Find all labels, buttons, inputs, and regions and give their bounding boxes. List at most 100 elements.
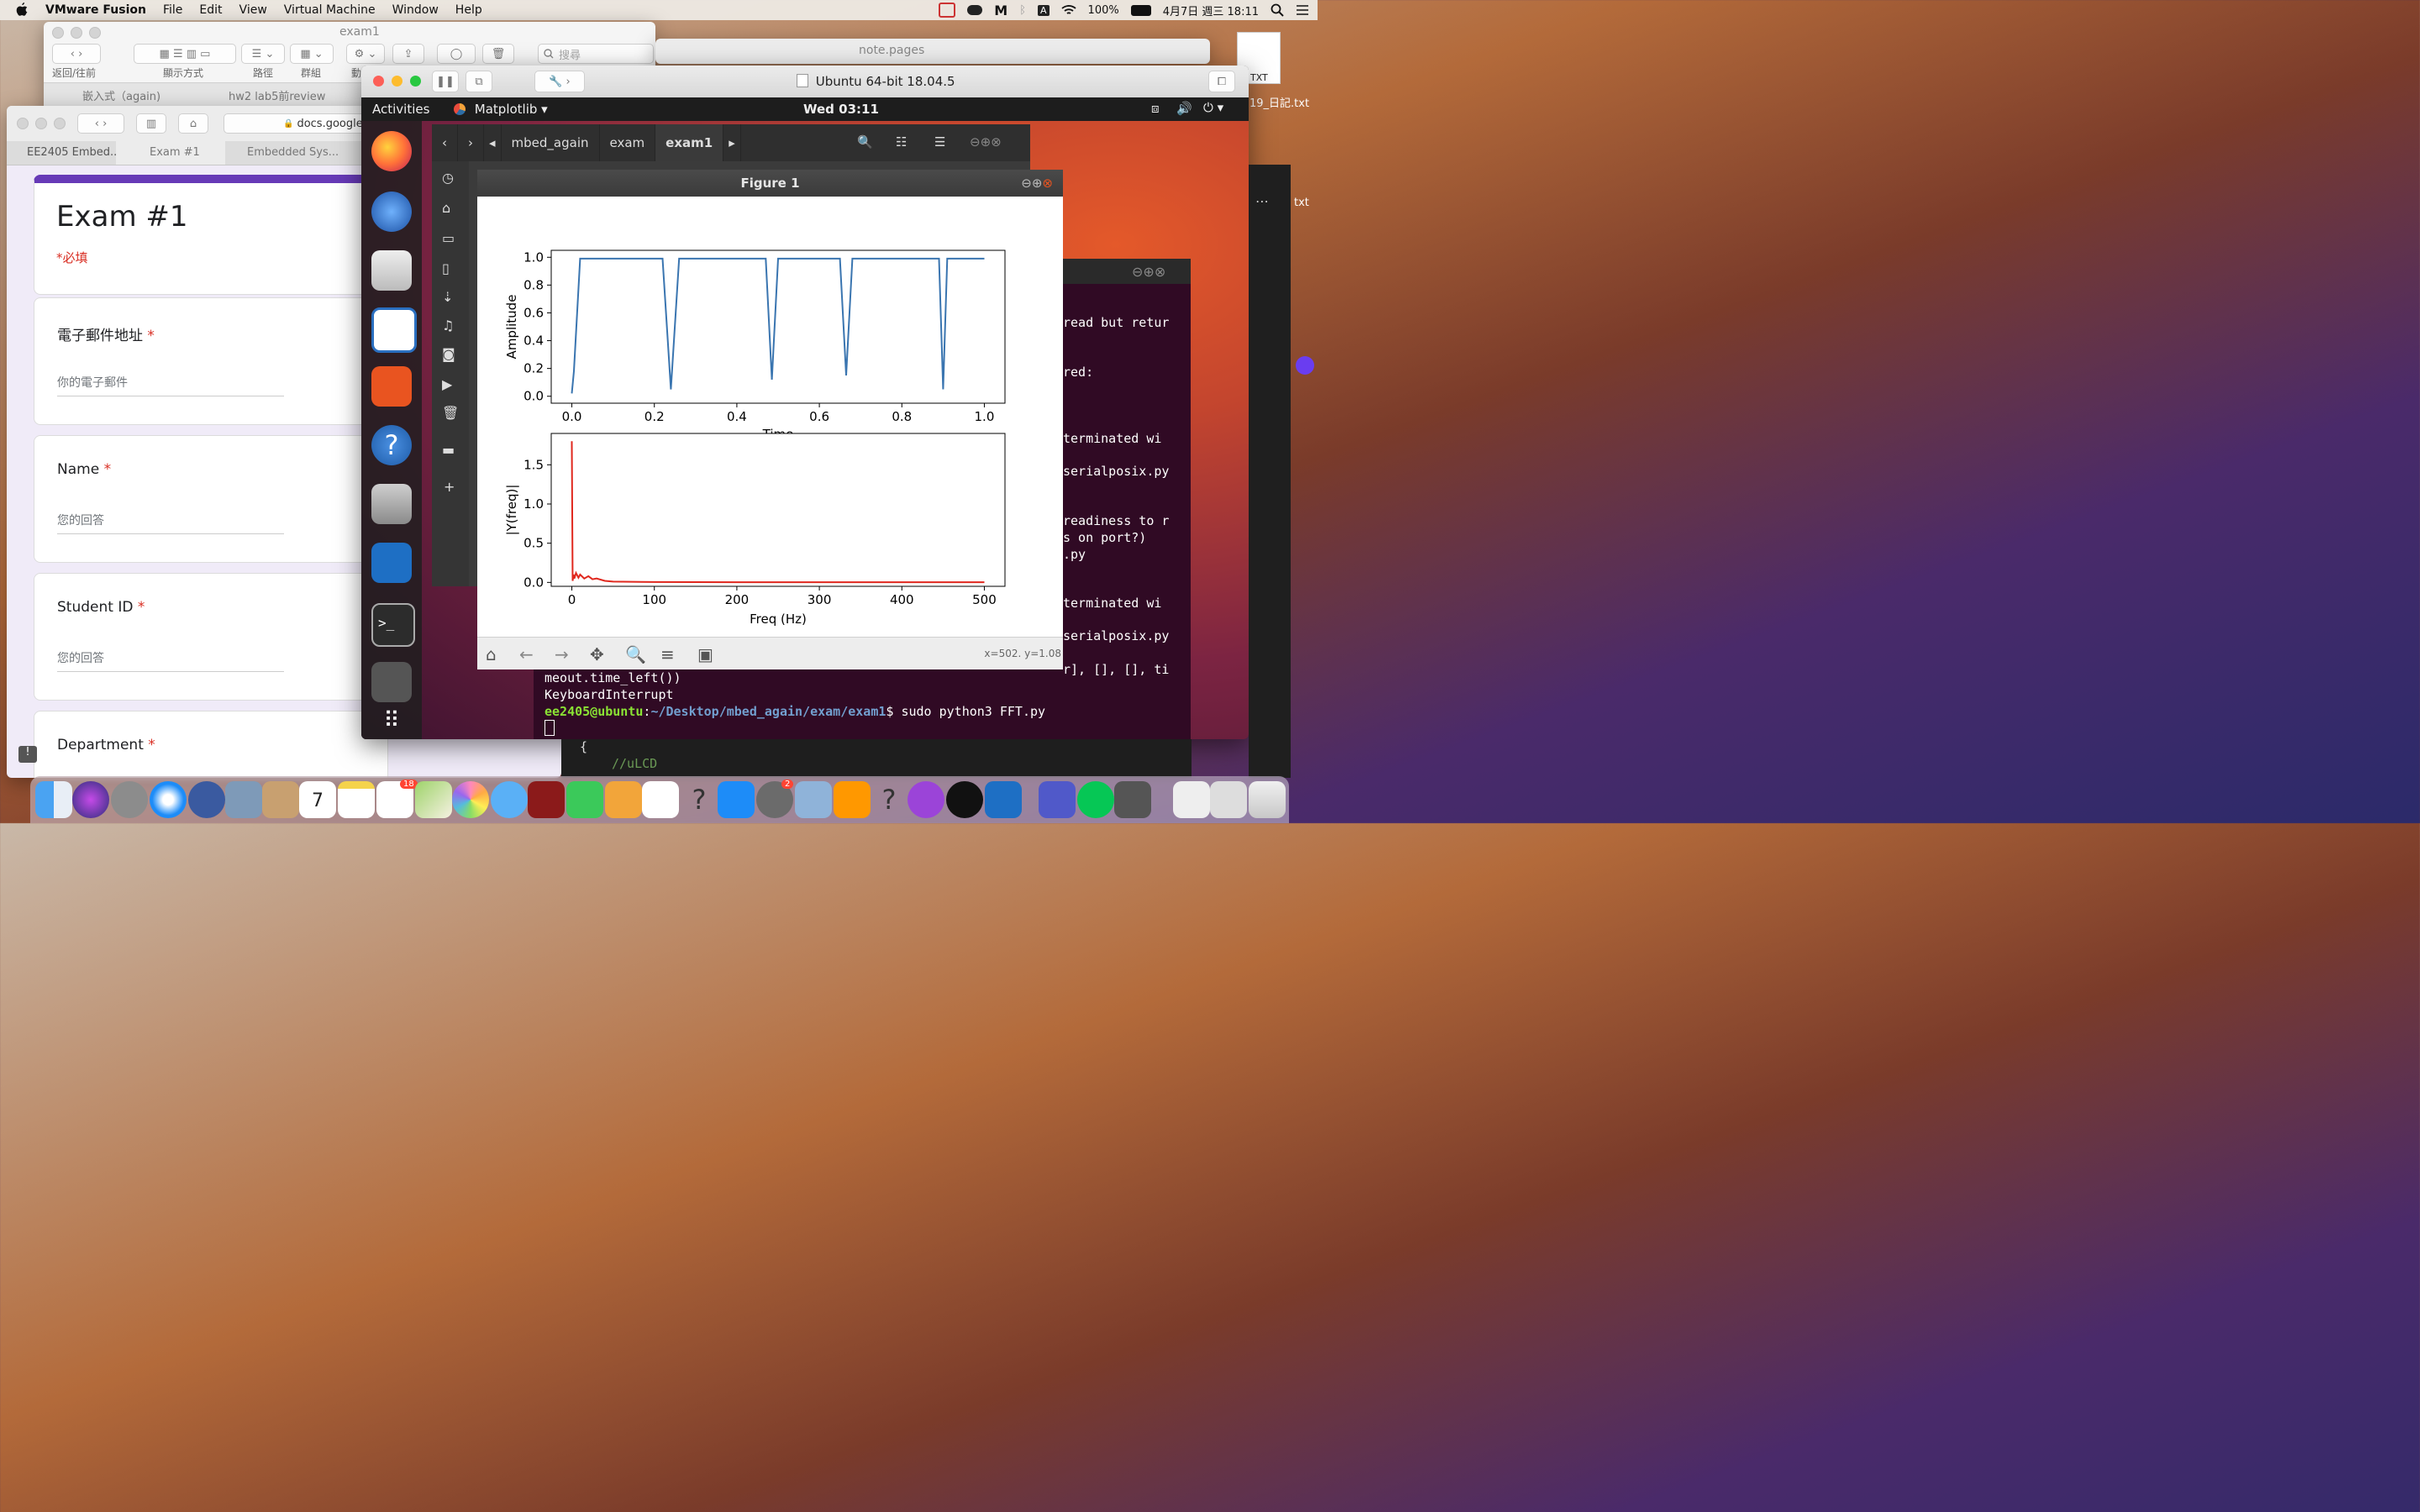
menu-virtual-machine[interactable]: Virtual Machine: [284, 3, 376, 17]
finder-share-button[interactable]: ⇪: [392, 44, 424, 64]
zoom-icon[interactable]: 🔍: [625, 644, 646, 664]
files-view-icon[interactable]: ☷: [896, 134, 907, 150]
help-question-icon[interactable]: ?: [871, 781, 908, 818]
bluetooth-icon[interactable]: ᛒ: [1019, 4, 1026, 17]
activities-button[interactable]: Activities: [372, 102, 429, 117]
finder-back-button[interactable]: ‹ ›: [52, 44, 101, 64]
safari-traffic-lights[interactable]: [17, 118, 66, 129]
show-apps-icon[interactable]: ⠿: [371, 701, 412, 739]
downloads-stack-icon[interactable]: [1173, 781, 1210, 818]
menu-help[interactable]: Help: [455, 3, 482, 17]
finder-view-mode-button[interactable]: ▦ ☰ ▥ ▭: [134, 44, 236, 64]
messages-icon[interactable]: [491, 781, 528, 818]
forward-arrow-icon[interactable]: →: [555, 644, 575, 664]
safari-icon[interactable]: [150, 781, 187, 818]
menu-app-name[interactable]: VMware Fusion: [45, 3, 146, 17]
maps-icon[interactable]: [415, 781, 452, 818]
wifi-icon[interactable]: [1060, 4, 1076, 16]
figure-canvas[interactable]: 0.0 0.2 0.4 0.6 0.8 1.0 0.0 0.2 0.4 0.6 0.8 1.0 Ampl…: [477, 197, 1063, 637]
document-icon[interactable]: ▯: [442, 260, 450, 276]
siri-icon[interactable]: [72, 781, 109, 818]
back-arrow-icon[interactable]: ←: [519, 644, 539, 664]
apple-icon[interactable]: [15, 3, 29, 18]
m-app-icon[interactable]: M: [994, 3, 1007, 18]
libreoffice-writer-icon[interactable]: [371, 307, 417, 353]
files-window-controls[interactable]: ⊖⊕⊗: [970, 134, 1002, 150]
close-button[interactable]: [373, 76, 384, 87]
file-cabinet-icon[interactable]: [371, 484, 412, 524]
launchpad-icon[interactable]: [111, 781, 148, 818]
documents-stack-icon[interactable]: [1210, 781, 1247, 818]
finder-action-button[interactable]: ⚙ ⌄: [346, 44, 385, 64]
contacts-icon[interactable]: [262, 781, 299, 818]
drive-icon[interactable]: ▬: [442, 442, 455, 458]
save-icon[interactable]: ▣: [697, 644, 718, 664]
safari-tab[interactable]: Embedded Sys...: [247, 146, 339, 159]
preview-bird-icon[interactable]: [225, 781, 262, 818]
spotlight-search-icon[interactable]: [1270, 3, 1284, 17]
download-icon[interactable]: ⇣: [442, 289, 453, 305]
safari-tab[interactable]: Exam #1: [150, 146, 200, 159]
vmware-fusion-icon[interactable]: [1114, 781, 1151, 818]
control-center-icon[interactable]: [1296, 4, 1309, 16]
video-icon[interactable]: ▶: [442, 376, 452, 392]
safari-sidebar-button[interactable]: ▥: [136, 113, 166, 134]
files-forward-button[interactable]: ›: [458, 124, 484, 161]
email-field[interactable]: 你的電子郵件: [57, 374, 284, 396]
home-icon[interactable]: ⌂: [442, 200, 450, 216]
student-id-field[interactable]: 您的回答: [57, 649, 284, 672]
add-location-icon[interactable]: +: [444, 479, 455, 495]
path-crumb[interactable]: exam: [600, 124, 656, 161]
app-store-icon[interactable]: [718, 781, 755, 818]
name-field[interactable]: 您的回答: [57, 512, 284, 534]
path-crumb-active[interactable]: exam1: [655, 124, 724, 161]
settings-wrench-button[interactable]: 🔧 ›: [534, 71, 585, 92]
volume-icon[interactable]: 🔊: [1176, 101, 1192, 116]
music-icon[interactable]: ♫: [442, 318, 454, 333]
feedback-icon[interactable]: !: [18, 746, 37, 763]
finder-traffic-lights[interactable]: [52, 27, 101, 39]
firefox-icon[interactable]: [371, 131, 412, 171]
thunderbird-icon[interactable]: [371, 192, 412, 232]
apple-tv-icon[interactable]: [946, 781, 983, 818]
menu-window[interactable]: Window: [392, 3, 439, 17]
zoom-button[interactable]: [410, 76, 421, 87]
finder-icon[interactable]: [35, 781, 72, 818]
help-icon[interactable]: ?: [371, 425, 412, 465]
recent-icon[interactable]: ◷: [442, 170, 454, 186]
finder-tab[interactable]: hw2 lab5前review: [229, 87, 325, 103]
rhythmbox-icon[interactable]: [371, 250, 412, 291]
configure-subplots-icon[interactable]: ≡: [660, 644, 681, 664]
safari-tab[interactable]: EE2405 Embed...: [27, 146, 120, 159]
snapshot-button[interactable]: ⧉: [466, 71, 492, 92]
finder-tag-button[interactable]: ◯: [437, 44, 476, 64]
menu-file[interactable]: File: [163, 3, 182, 17]
trash-dock-icon[interactable]: [1249, 781, 1286, 818]
battery-icon[interactable]: [1130, 4, 1151, 16]
suspend-button[interactable]: ❚❚: [432, 71, 459, 92]
path-left-arrow[interactable]: ◂: [484, 124, 502, 161]
cloud-icon[interactable]: [967, 5, 983, 15]
matplotlib-dock-icon[interactable]: [371, 662, 412, 702]
podcasts-icon[interactable]: [908, 781, 944, 818]
terminal-icon[interactable]: >_: [371, 603, 415, 647]
terminal-window-controls[interactable]: ⊖⊕⊗: [1132, 264, 1165, 280]
minimize-button[interactable]: [392, 76, 402, 87]
home-icon[interactable]: ⌂: [486, 644, 506, 664]
menu-view[interactable]: View: [239, 3, 267, 17]
pages-icon[interactable]: [605, 781, 642, 818]
files-back-button[interactable]: ‹: [432, 124, 458, 161]
photo-booth-icon[interactable]: [528, 781, 565, 818]
preview-icon[interactable]: [795, 781, 832, 818]
finder-search-field[interactable]: 搜尋: [538, 44, 654, 64]
line-icon[interactable]: [1077, 781, 1114, 818]
quicktime-icon[interactable]: [188, 781, 225, 818]
menu-edit[interactable]: Edit: [199, 3, 222, 17]
calendar-icon[interactable]: 7: [299, 781, 336, 818]
finder-path-button[interactable]: ☰ ⌄: [241, 44, 285, 64]
desktop-purple-dot[interactable]: [1296, 356, 1314, 375]
figure-window-controls[interactable]: ⊖⊕⊗: [1021, 170, 1053, 197]
path-right-arrow[interactable]: ▸: [723, 124, 741, 161]
photos-icon[interactable]: [452, 781, 489, 818]
path-crumb[interactable]: mbed_again: [502, 124, 600, 161]
